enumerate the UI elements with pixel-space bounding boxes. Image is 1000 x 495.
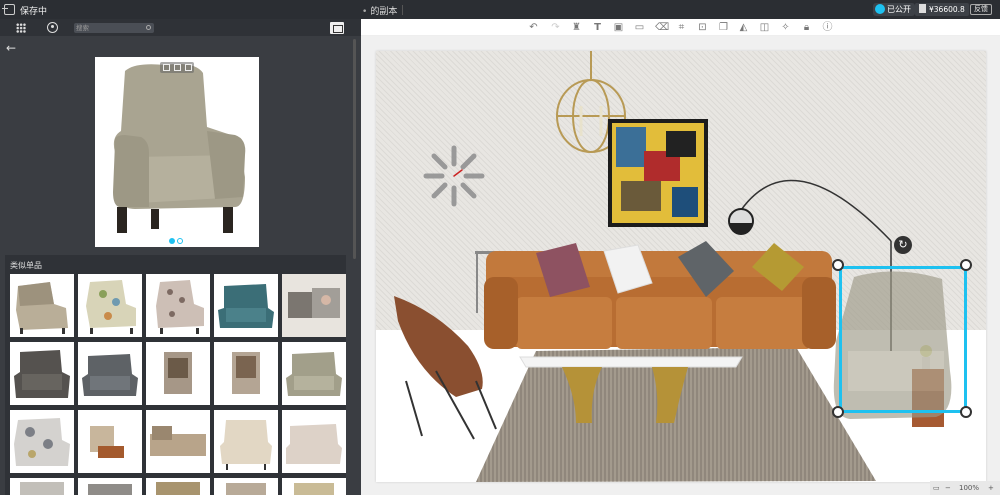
zoom-level: 100%: [959, 484, 980, 492]
product-preview[interactable]: [95, 57, 259, 247]
back-arrow-icon[interactable]: ←: [6, 41, 16, 55]
product-thumb[interactable]: [10, 478, 74, 495]
product-thumb[interactable]: [78, 478, 142, 495]
product-thumb[interactable]: [282, 478, 346, 495]
panel-toggle-icon[interactable]: [330, 22, 344, 34]
receipt-icon: [919, 4, 926, 13]
armchair-image: [95, 57, 259, 247]
zoom-out-icon[interactable]: −: [945, 481, 951, 495]
product-thumb[interactable]: [146, 478, 210, 495]
product-thumb[interactable]: [214, 410, 278, 473]
preview-tools: [160, 62, 194, 73]
redo-icon[interactable]: ↷: [550, 22, 561, 33]
left-panel: 搜索 ← 类似单品: [0, 19, 361, 495]
search-icon[interactable]: [146, 25, 151, 30]
resize-handle[interactable]: [832, 406, 844, 418]
dot-inactive[interactable]: [177, 238, 183, 244]
product-thumb[interactable]: [10, 410, 74, 473]
divider: [402, 5, 403, 15]
zoom-in-icon[interactable]: +: [988, 481, 994, 495]
rotate-handle-icon[interactable]: ↻: [894, 236, 912, 254]
text-icon[interactable]: T: [592, 22, 603, 33]
resize-handle[interactable]: [832, 259, 844, 271]
layer-icon[interactable]: ◫: [759, 22, 770, 33]
product-thumb[interactable]: [214, 274, 278, 337]
save-icon[interactable]: [163, 64, 170, 71]
product-thumb[interactable]: [10, 342, 74, 405]
arc-lamp: [733, 179, 892, 242]
top-bar: 保存中 的副本 已公开 ¥36600.8 反馈: [0, 0, 1000, 19]
product-thumb[interactable]: [78, 342, 142, 405]
info-icon[interactable]: ⓘ: [822, 22, 833, 33]
product-thumb[interactable]: [146, 342, 210, 405]
product-thumb[interactable]: [146, 274, 210, 337]
comment-icon[interactable]: ▭: [634, 22, 645, 33]
product-thumb[interactable]: [214, 342, 278, 405]
product-thumb[interactable]: [282, 342, 346, 405]
undo-icon[interactable]: ↶: [528, 22, 539, 33]
save-status: 保存中: [20, 7, 48, 17]
document-name[interactable]: 的副本: [362, 4, 397, 17]
image-icon[interactable]: ▣: [613, 22, 624, 33]
lock-icon[interactable]: 🔒︎: [801, 22, 812, 33]
coffee-table: [519, 356, 743, 368]
copy-icon[interactable]: ❐: [718, 22, 729, 33]
price-value: ¥36600.8: [929, 5, 965, 14]
crop-icon[interactable]: ⌗: [676, 22, 687, 33]
feedback-button[interactable]: 反馈: [970, 4, 992, 15]
expand-icon[interactable]: [174, 64, 181, 71]
stamp-icon[interactable]: ♜: [571, 22, 582, 33]
resize-handle[interactable]: [960, 259, 972, 271]
resize-handle[interactable]: [960, 406, 972, 418]
exit-icon[interactable]: [2, 4, 15, 15]
toggle-dot-icon: [875, 4, 885, 14]
user-icon[interactable]: [47, 22, 58, 33]
publish-toggle[interactable]: 已公开: [873, 3, 915, 16]
similar-items-panel: 类似单品: [5, 255, 346, 495]
carousel-dots: [169, 237, 185, 247]
magic-wand-icon[interactable]: ✧: [780, 22, 791, 33]
product-thumb[interactable]: [146, 410, 210, 473]
canvas-toolbar: ↶ ↷ ♜ T ▣ ▭ ⌫ ⌗ ⊡ ❐ ◭ ◫ ✧ 🔒︎ ⓘ: [361, 19, 1000, 36]
grid-icon[interactable]: [16, 23, 26, 33]
fit-icon[interactable]: ▭: [933, 481, 940, 495]
butterfly-chair: [394, 296, 497, 440]
canvas-area: ↻: [361, 36, 1000, 495]
dot-active[interactable]: [169, 238, 175, 244]
product-thumb[interactable]: [282, 410, 346, 473]
left-toolbar: 搜索: [0, 19, 361, 36]
similar-title: 类似单品: [10, 261, 42, 270]
image-icon[interactable]: [185, 64, 192, 71]
product-thumb[interactable]: [282, 274, 346, 337]
publish-label: 已公开: [887, 5, 911, 14]
moodboard-canvas[interactable]: ↻: [376, 51, 986, 482]
product-thumb[interactable]: [78, 274, 142, 337]
trash-icon[interactable]: ⌫: [655, 22, 669, 33]
wall-clock: [423, 145, 485, 207]
search-placeholder: 搜索: [76, 24, 89, 32]
product-thumb[interactable]: [214, 478, 278, 495]
zoom-control: ▭ − 100% +: [930, 481, 1000, 495]
search-input[interactable]: 搜索: [74, 23, 154, 33]
scrollbar[interactable]: [353, 39, 356, 259]
selection-box[interactable]: [839, 266, 967, 413]
frame-icon[interactable]: ⊡: [697, 22, 708, 33]
flip-icon[interactable]: ◭: [738, 22, 749, 33]
product-thumb[interactable]: [78, 410, 142, 473]
price-badge[interactable]: ¥36600.8: [915, 3, 969, 16]
product-thumb[interactable]: [10, 274, 74, 337]
